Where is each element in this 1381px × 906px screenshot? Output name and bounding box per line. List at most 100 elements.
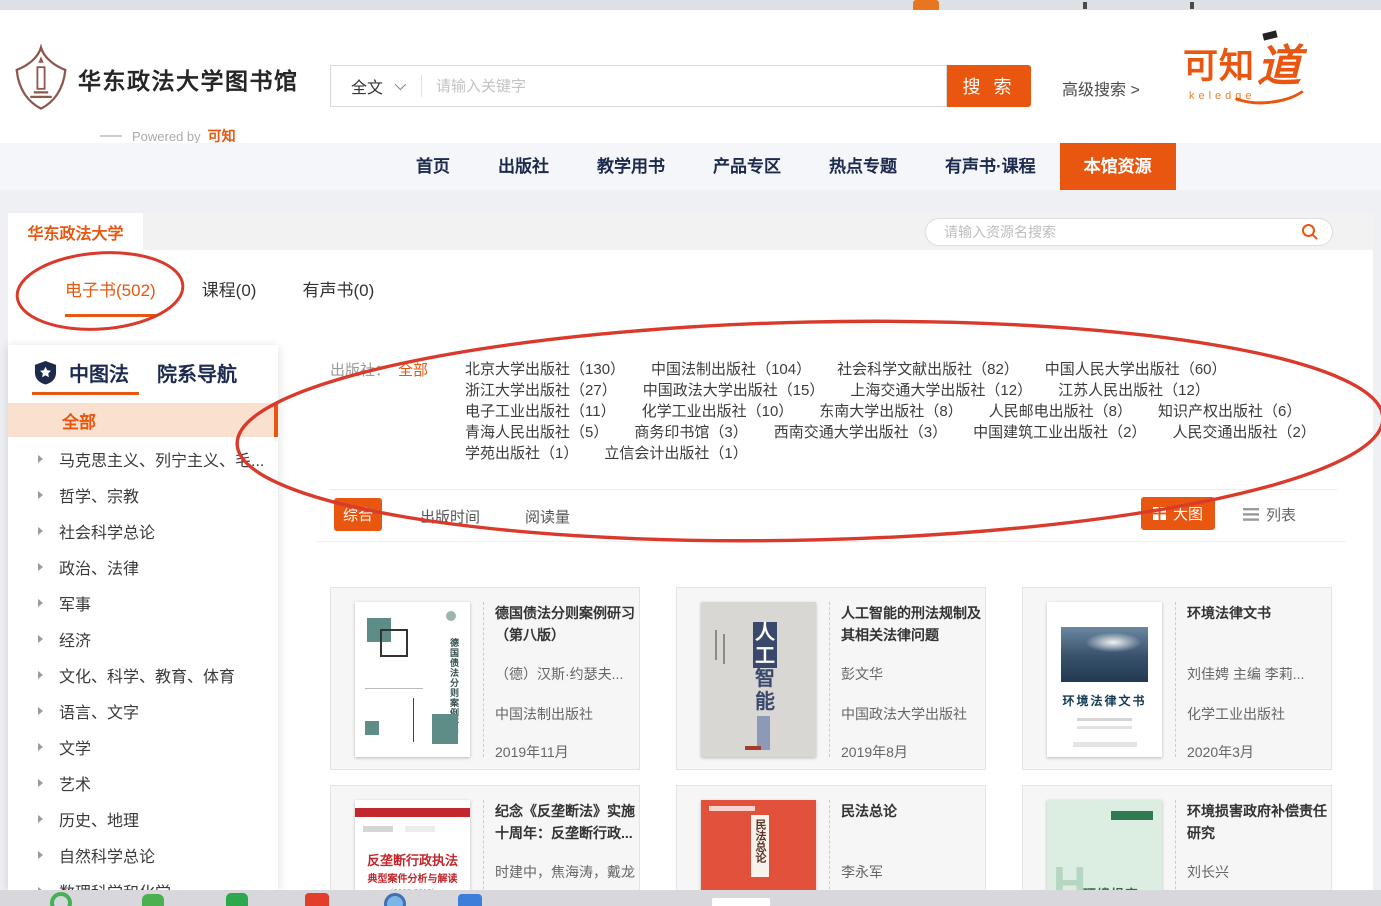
- publisher-filter-item[interactable]: 浙江大学出版社（27）: [465, 380, 617, 401]
- sidebar-category[interactable]: 历史、地理: [8, 801, 278, 837]
- view-large-button[interactable]: 大图: [1141, 497, 1215, 530]
- sidebar-category-label: 自然科学总论: [59, 843, 155, 867]
- book-title: 人工智能的刑法规制及其相关法律问题: [841, 602, 983, 646]
- sidebar-category[interactable]: 马克思主义、列宁主义、毛...: [8, 441, 278, 477]
- sidebar-category[interactable]: 文化、科学、教育、体育: [8, 657, 278, 693]
- book-card[interactable]: 德国债法分则案例研习 德国债法分则案例研习（第八版） （德）汉斯·约瑟夫... …: [330, 587, 640, 770]
- sidebar-category[interactable]: 自然科学总论: [8, 837, 278, 873]
- publisher-filter-item[interactable]: 中国建筑工业出版社（2）: [973, 422, 1146, 443]
- sidebar-category-label: 历史、地理: [59, 807, 139, 831]
- view-list-button[interactable]: 列表: [1243, 504, 1296, 525]
- book-card[interactable]: 人工 智能 人工智能的刑法规制及其相关法律问题 彭文华 中国政法大学出版社 20…: [676, 587, 986, 770]
- nav-item-audiobooks-courses[interactable]: 有声书·课程: [921, 143, 1060, 190]
- sidebar-category[interactable]: 军事: [8, 585, 278, 621]
- publisher-filter-item[interactable]: 人民交通出版社（2）: [1172, 422, 1315, 443]
- divider: [316, 541, 1346, 542]
- book-card[interactable]: 民法总论 民法总论 李永军: [676, 785, 986, 906]
- shield-icon: [34, 360, 57, 385]
- tab-audiobooks[interactable]: 有声书(0): [302, 276, 374, 317]
- taskbar-window-button[interactable]: [712, 898, 770, 906]
- publisher-filter-item[interactable]: 东南大学出版社（8）: [819, 401, 962, 422]
- sidebar-category[interactable]: 语言、文字: [8, 693, 278, 729]
- nav-item-teaching-books[interactable]: 教学用书: [573, 143, 689, 190]
- publisher-filter-label: 出版社：: [330, 359, 390, 380]
- sidebar-category-label: 文学: [59, 735, 91, 759]
- sidebar-category[interactable]: 哲学、宗教: [8, 477, 278, 513]
- book-title: 环境法律文书: [1187, 602, 1329, 624]
- divider: [421, 75, 422, 97]
- taskbar-app-icon[interactable]: [384, 893, 406, 906]
- taskbar-app-icon[interactable]: [226, 893, 248, 906]
- sort-read-count[interactable]: 阅读量: [525, 506, 570, 527]
- publisher-filter-all[interactable]: 全部: [398, 359, 428, 380]
- book-card[interactable]: H 环境损害 政府补偿责任研究 环境损害政府补偿责任研究 刘长兴: [1022, 785, 1332, 906]
- publisher-filter-item[interactable]: 学苑出版社（1）: [465, 443, 578, 464]
- search-scope-select[interactable]: 全文: [331, 74, 403, 98]
- advanced-search-link[interactable]: 高级搜索 >: [1062, 76, 1140, 100]
- book-author: 李永军: [841, 862, 883, 882]
- resource-tabs: 电子书(502) 课程(0) 有声书(0): [65, 276, 374, 317]
- publisher-filter-item[interactable]: 北京大学出版社（130）: [465, 359, 625, 380]
- publisher-filter-item[interactable]: 上海交通大学出版社（12）: [850, 380, 1032, 401]
- nav-item-product-zone[interactable]: 产品专区: [689, 143, 805, 190]
- nav-item-library-resources[interactable]: 本馆资源: [1060, 143, 1176, 190]
- sidebar-category[interactable]: 艺术: [8, 765, 278, 801]
- book-cover: 环境法律文书: [1047, 602, 1162, 757]
- publisher-filter-item[interactable]: 江苏人民出版社（12）: [1058, 380, 1210, 401]
- publisher-filter-item[interactable]: 化学工业出版社（10）: [642, 401, 794, 422]
- taskbar-app-icon[interactable]: [142, 894, 164, 906]
- publisher-filter-list: 北京大学出版社（130） 中国法制出版社（104） 社会科学文献出版社（82） 中国人…: [465, 359, 1316, 464]
- publisher-filter-item[interactable]: 中国法制出版社（104）: [651, 359, 811, 380]
- resource-search-input[interactable]: [926, 224, 1301, 240]
- taskbar-app-icon[interactable]: [458, 894, 482, 906]
- sidebar-category[interactable]: 数理科学和化学: [8, 873, 278, 890]
- book-date: 2019年8月: [841, 742, 908, 762]
- book-card[interactable]: 反垄断行政执法 典型案件分析与解读 （2008-2018） 纪念《反垄断法》实施…: [330, 785, 640, 906]
- sidebar-category-label: 马克思主义、列宁主义、毛...: [59, 447, 264, 471]
- sort-publish-date[interactable]: 出版时间: [420, 506, 480, 527]
- sidebar-category-label: 艺术: [59, 771, 91, 795]
- search-input[interactable]: [436, 78, 946, 95]
- sidebar-category[interactable]: 政治、法律: [8, 549, 278, 585]
- sidebar-category-label: 数理科学和化学: [59, 879, 171, 890]
- publisher-filter-item[interactable]: 中国人民大学出版社（60）: [1045, 359, 1227, 380]
- book-title: 民法总论: [841, 800, 983, 822]
- cover-photo: [1061, 627, 1148, 682]
- taskbar-app-icon[interactable]: [305, 893, 329, 906]
- view-large-label: 大图: [1173, 503, 1203, 524]
- caret-right-icon: [38, 491, 43, 499]
- book-author: 时建中，焦海涛，戴龙: [495, 862, 635, 882]
- sidebar-category[interactable]: 文学: [8, 729, 278, 765]
- search-scope-value: 全文: [351, 74, 383, 98]
- browser-dot-icon: [1190, 2, 1194, 9]
- caret-right-icon: [38, 563, 43, 571]
- caret-right-icon: [38, 779, 43, 787]
- publisher-filter-item[interactable]: 立信会计出版社（1）: [604, 443, 747, 464]
- sidebar-tab-departments[interactable]: 院系导航: [157, 358, 237, 387]
- search-icon[interactable]: [1301, 223, 1319, 241]
- publisher-filter-item[interactable]: 社会科学文献出版社（82）: [837, 359, 1019, 380]
- publisher-filter-item[interactable]: 商务印书馆（3）: [634, 422, 747, 443]
- book-card[interactable]: 环境法律文书 环境法律文书 刘佳娉 主编 李莉... 化学工业出版社 2020年…: [1022, 587, 1332, 770]
- search-button[interactable]: 搜 索: [947, 65, 1031, 107]
- publisher-filter-item[interactable]: 人民邮电出版社（8）: [989, 401, 1132, 422]
- publisher-filter-item[interactable]: 中国政法大学出版社（15）: [643, 380, 825, 401]
- nav-item-publishers[interactable]: 出版社: [474, 143, 573, 190]
- tab-courses[interactable]: 课程(0): [202, 276, 257, 317]
- caret-right-icon: [38, 671, 43, 679]
- sidebar-category[interactable]: 社会科学总论: [8, 513, 278, 549]
- tab-ebooks[interactable]: 电子书(502): [65, 276, 156, 317]
- sort-comprehensive-button[interactable]: 综合: [334, 498, 382, 531]
- sidebar-category-all[interactable]: 全部: [8, 403, 278, 437]
- publisher-filter-item[interactable]: 青海人民出版社（5）: [465, 422, 608, 443]
- sidebar-tab-clc[interactable]: 中图法: [69, 358, 129, 387]
- browser-edge-strip: [0, 0, 1381, 10]
- nav-item-hot-topics[interactable]: 热点专题: [805, 143, 921, 190]
- publisher-filter-item[interactable]: 西南交通大学出版社（3）: [774, 422, 947, 443]
- nav-item-home[interactable]: 首页: [392, 143, 474, 190]
- org-tab[interactable]: 华东政法大学: [8, 213, 143, 250]
- publisher-filter-item[interactable]: 电子工业出版社（11）: [465, 401, 616, 422]
- taskbar-app-icon[interactable]: [50, 892, 72, 906]
- sidebar-category[interactable]: 经济: [8, 621, 278, 657]
- publisher-filter-item[interactable]: 知识产权出版社（6）: [1158, 401, 1301, 422]
